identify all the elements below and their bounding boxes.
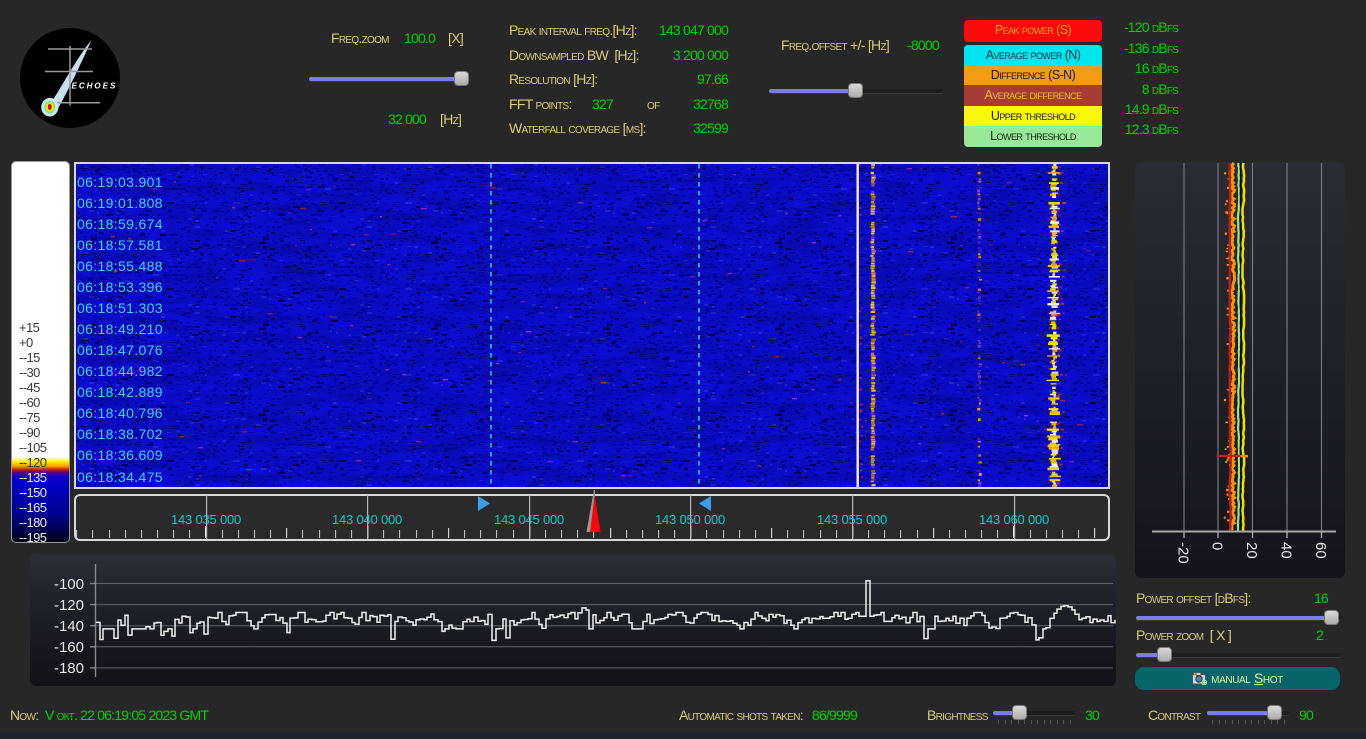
svg-text:ECHOES: ECHOES — [72, 82, 118, 91]
